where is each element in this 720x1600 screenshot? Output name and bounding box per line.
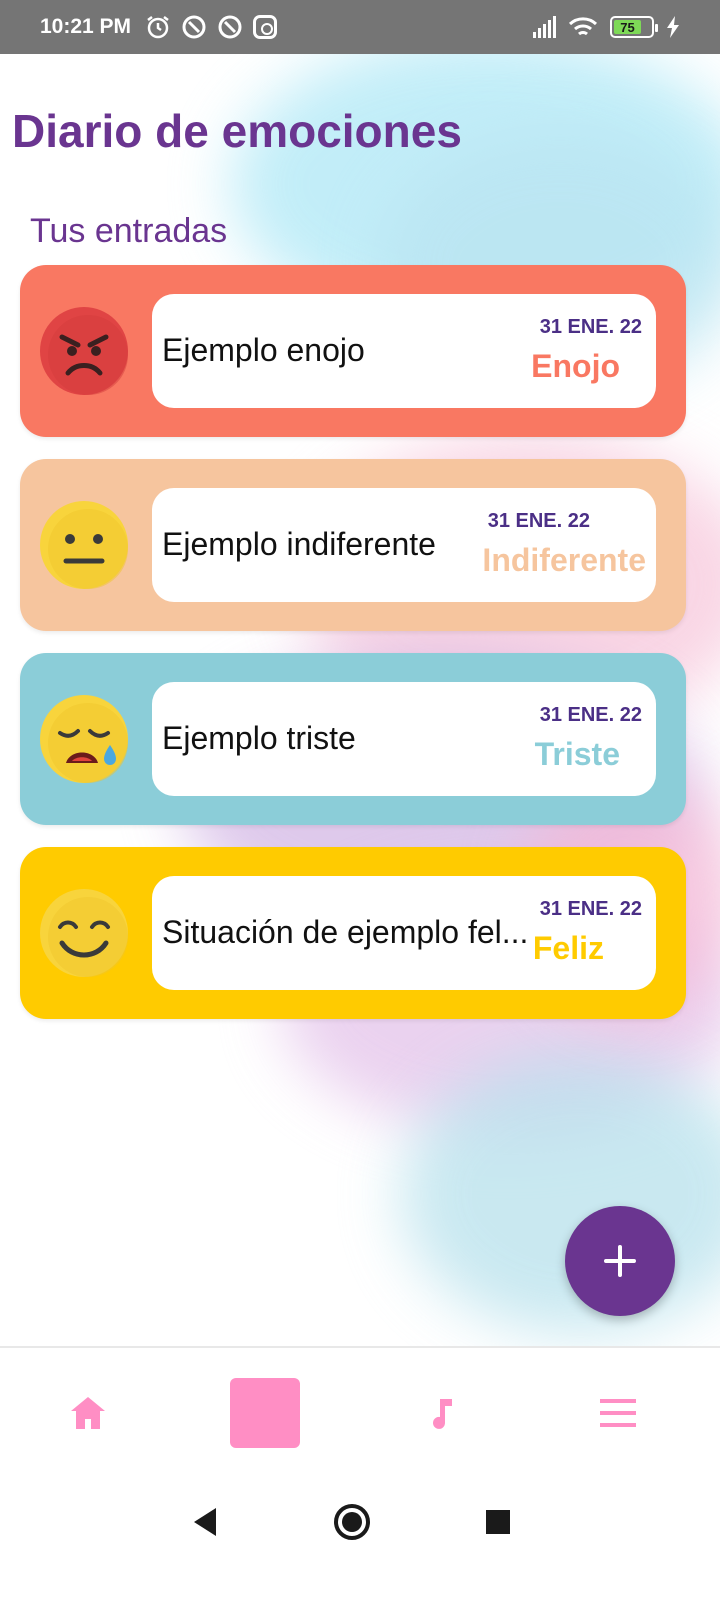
sad-face-icon [40,695,128,783]
entry-date: 31 ENE. 22 [539,898,642,920]
system-navigation [0,1476,720,1600]
entry-card[interactable]: Ejemplo triste 31 ENE. 22 Triste [20,653,686,825]
wifi-icon [568,17,598,36]
signal-icon [533,16,556,38]
battery-level: 75 [614,20,641,35]
entry-date: 31 ENE. 22 [539,704,642,726]
angry-face-icon [40,307,128,395]
nav-diary[interactable] [230,1378,300,1448]
back-icon[interactable] [186,1502,226,1542]
home-icon [71,1397,105,1429]
entry-text: Ejemplo triste [162,720,356,756]
battery-icon: 75 [610,16,658,38]
entry-mood: Indiferente [482,542,646,578]
music-note-icon [433,1399,452,1429]
add-entry-button[interactable] [565,1206,675,1316]
recents-icon[interactable] [478,1502,518,1542]
menu-icon [600,1399,636,1427]
entry-text: Situación de ejemplo fel... [162,914,529,950]
happy-face-icon [40,889,128,977]
entry-text: Ejemplo indiferente [162,526,436,562]
entry-mood: Feliz [532,930,604,966]
entries-list: Ejemplo enojo 31 ENE. 22 Enojo Ejemplo i… [20,265,686,1041]
entry-text: Ejemplo enojo [162,332,365,368]
entry-card[interactable]: Ejemplo indiferente 31 ENE. 22 Indiferen… [20,459,686,631]
entry-card[interactable]: Situación de ejemplo fel... 31 ENE. 22 F… [20,847,686,1019]
page-title: Diario de emociones [12,105,462,157]
entry-date: 31 ENE. 22 [487,510,590,532]
plus-icon [604,1245,636,1277]
status-bar: 10:21 PM 75 [0,0,720,54]
nav-music[interactable] [407,1378,477,1448]
alarm-icon [147,16,169,39]
nav-menu[interactable] [583,1378,653,1448]
bottom-navigation [0,1346,720,1476]
status-time: 10:21 PM [40,15,132,38]
section-subtitle: Tus entradas [30,212,228,250]
instagram-icon [253,15,278,39]
home-circle-icon[interactable] [332,1502,372,1542]
entry-date: 31 ENE. 22 [539,316,642,338]
nav-home[interactable] [53,1378,123,1448]
entry-mood: Triste [534,736,620,772]
charging-icon [667,16,679,38]
moon-icon [255,1397,271,1429]
entry-card[interactable]: Ejemplo enojo 31 ENE. 22 Enojo [20,265,686,437]
entry-mood: Enojo [531,348,620,384]
neutral-face-icon [40,501,128,589]
notification-icon [182,15,206,39]
notification-icon [218,15,242,39]
